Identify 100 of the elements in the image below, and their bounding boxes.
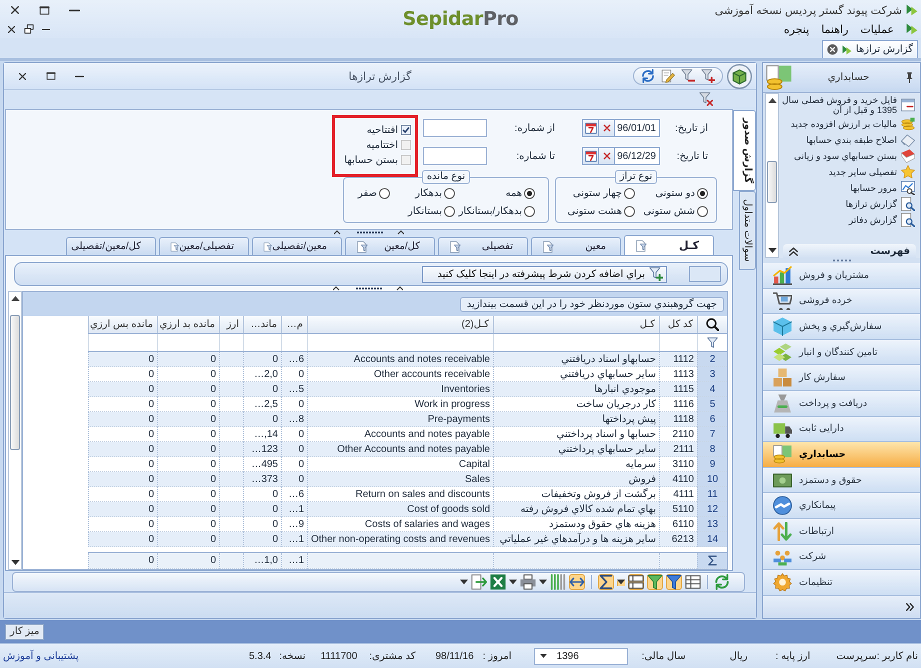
radio-button[interactable] xyxy=(697,206,708,217)
radio-option[interactable]: بدهکار xyxy=(390,186,455,201)
radio-option[interactable]: هشت ستونی xyxy=(562,204,635,219)
checkbox-option[interactable]: اختتامیه xyxy=(335,138,411,152)
section-header[interactable]: فهرست xyxy=(783,244,916,258)
task-item[interactable]: گزارش ترازها xyxy=(779,197,920,211)
row-number[interactable]: 5 xyxy=(697,397,727,412)
scroll-up-icon[interactable] xyxy=(10,296,20,301)
filter-icon[interactable] xyxy=(647,574,663,590)
chevron-up-icon[interactable] xyxy=(789,246,798,256)
row-number[interactable]: 9 xyxy=(697,457,727,472)
module-button[interactable]: خرده فروشی xyxy=(763,288,920,314)
splitter-grip-icon[interactable] xyxy=(334,230,404,235)
scrollbar[interactable] xyxy=(765,93,779,258)
date-field[interactable]: 96/01/01 xyxy=(614,119,660,137)
menu-item[interactable]: راهنما xyxy=(821,22,848,36)
desktop-button[interactable]: میز کار xyxy=(5,624,44,640)
printer-icon[interactable] xyxy=(520,574,536,590)
filter-add-icon[interactable] xyxy=(701,69,715,83)
splitter-grip-icon[interactable] xyxy=(832,259,852,262)
scroll-down-icon[interactable] xyxy=(768,248,776,253)
grouping-icon[interactable] xyxy=(628,574,644,590)
row-number[interactable]: 2 xyxy=(697,352,727,367)
radio-button[interactable] xyxy=(444,188,455,199)
menu-item[interactable]: پنجره xyxy=(784,22,810,36)
caret-icon[interactable] xyxy=(539,578,547,586)
row-number[interactable]: 4 xyxy=(697,382,727,397)
row-number[interactable]: 6 xyxy=(697,412,727,427)
minimize-icon[interactable] xyxy=(42,28,50,30)
report-tab[interactable]: کل/معین xyxy=(345,237,435,255)
restore-icon[interactable] xyxy=(24,24,34,34)
column-header[interactable]: مانده بس ارزي xyxy=(88,316,157,333)
maximize-icon[interactable] xyxy=(46,71,56,81)
radio-option[interactable]: همه xyxy=(455,186,535,201)
app-menu-icon[interactable] xyxy=(727,64,752,88)
filter-clear-icon[interactable] xyxy=(699,92,713,106)
module-button[interactable]: حسابداري xyxy=(763,442,920,468)
filter-remove-icon[interactable] xyxy=(681,69,695,83)
app-icon[interactable] xyxy=(906,23,918,35)
date-field[interactable]: 96/12/29 xyxy=(614,147,660,165)
scrollbar-thumb[interactable] xyxy=(767,161,777,203)
scroll-up-icon[interactable] xyxy=(768,98,776,103)
checkbox-option[interactable]: افتتاحیه xyxy=(335,123,411,137)
scrollbar-thumb[interactable] xyxy=(10,315,20,450)
clear-date-button[interactable] xyxy=(598,147,614,165)
radio-option[interactable]: صفر xyxy=(348,186,390,201)
close-icon[interactable] xyxy=(826,44,838,55)
refresh-icon[interactable] xyxy=(714,574,730,590)
task-item[interactable]: مالیات بر ارزش افزوده جدید xyxy=(779,117,920,131)
report-tab[interactable]: معین/تفصیلی xyxy=(252,237,342,255)
minimize-icon[interactable] xyxy=(75,74,84,78)
module-button[interactable]: مشتریان و فروش xyxy=(763,263,920,289)
scroll-down-icon[interactable] xyxy=(10,560,20,565)
support-link[interactable]: پشتیبانی و آموزش xyxy=(3,650,79,662)
radio-option[interactable]: دو ستونی xyxy=(635,186,708,201)
edit-icon[interactable] xyxy=(661,69,675,83)
row-number[interactable]: 10 xyxy=(697,472,727,487)
radio-option[interactable]: بستانکار xyxy=(390,204,455,219)
module-button[interactable]: دارایی ثابت xyxy=(763,416,920,442)
scrollbar[interactable] xyxy=(8,291,22,570)
side-tab[interactable]: گزارش صدور xyxy=(733,110,756,192)
side-tab[interactable]: سوالات متداول xyxy=(739,191,756,270)
columns-icon[interactable] xyxy=(685,574,701,590)
report-tab[interactable]: تفصیلی xyxy=(438,237,528,255)
radio-button[interactable] xyxy=(444,206,455,217)
caret-icon[interactable] xyxy=(509,578,517,586)
task-item[interactable]: تفصیلی سایر جدید xyxy=(779,165,920,179)
radio-button[interactable] xyxy=(624,188,635,199)
report-tab[interactable]: کـل xyxy=(624,235,714,255)
module-button[interactable]: شرکت xyxy=(763,544,920,570)
row-number[interactable]: 14 xyxy=(697,532,727,547)
task-item[interactable]: گزارش دفاتر xyxy=(779,213,920,227)
close-icon[interactable] xyxy=(18,72,27,80)
row-number[interactable]: 7 xyxy=(697,427,727,442)
report-tab[interactable]: معین xyxy=(531,237,621,255)
column-header[interactable]: ارز xyxy=(219,316,243,333)
task-item[interactable]: اصلاح طبقه بندي حسابها xyxy=(779,133,920,147)
module-button[interactable]: تنظیمات xyxy=(763,570,920,596)
module-button[interactable]: دریافت و پرداخت xyxy=(763,390,920,417)
column-header[interactable]: ماند… xyxy=(243,316,281,333)
filter-icon[interactable] xyxy=(666,574,682,590)
spreadsheet-icon[interactable] xyxy=(490,574,506,590)
task-item[interactable]: بستن حسابهاي سود و زیانی xyxy=(779,149,920,163)
checkbox[interactable] xyxy=(401,140,411,150)
row-number[interactable]: 11 xyxy=(697,487,727,502)
column-header[interactable]: کد کل xyxy=(659,316,697,333)
radio-button[interactable] xyxy=(697,188,708,199)
caret-icon[interactable] xyxy=(460,578,468,586)
checkbox-option[interactable]: بستن حسابها xyxy=(335,153,411,167)
module-button[interactable]: پیمانکاري xyxy=(763,493,920,519)
close-icon[interactable] xyxy=(7,24,16,34)
filter-icon[interactable] xyxy=(707,337,718,348)
task-item[interactable]: مرور حسابها xyxy=(779,181,920,195)
add-condition-button[interactable]: براي اضافه کردن شرط پیشرفته در اینجا کلیک کنید xyxy=(422,266,667,282)
radio-button[interactable] xyxy=(524,188,535,199)
number-field[interactable] xyxy=(423,147,487,165)
pin-icon[interactable] xyxy=(905,72,914,83)
caret-icon[interactable] xyxy=(617,578,625,586)
row-number[interactable]: 8 xyxy=(697,442,727,457)
row-number[interactable]: 12 xyxy=(697,502,727,517)
